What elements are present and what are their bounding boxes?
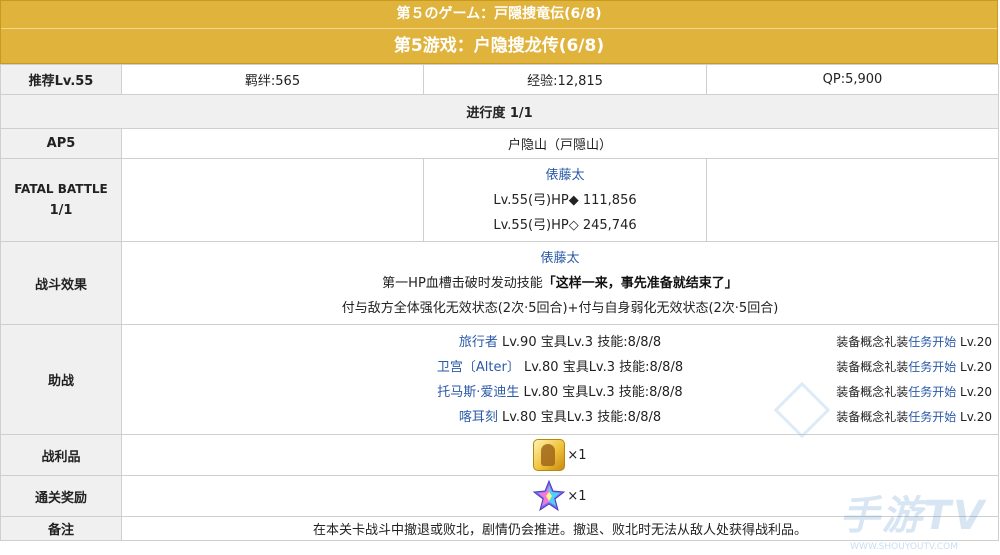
support-stats: Lv.80 宝具Lv.3 技能:8/8/8	[519, 359, 684, 375]
support-servant-link[interactable]: 托马斯·爱迪生	[437, 385, 519, 400]
watermark-url: WWW.SHOUYOUTV.COM	[850, 542, 958, 552]
reward-count: ×1	[567, 488, 587, 504]
support-entry: 托马斯·爱迪生 Lv.80 宝具Lv.3 技能:8/8/8 装备概念礼装任务开始…	[122, 380, 998, 405]
battle-effect-label: 战斗效果	[0, 241, 122, 325]
quest-title-cn: 第5游戏：户隐搜龙传(6/8)	[393, 36, 605, 56]
saint-quartz-icon[interactable]	[533, 479, 566, 512]
support-equip: 装备概念礼装任务开始 Lv.20	[836, 355, 992, 380]
effect-skill-name: 「这样一来，事先准备就结束了」	[542, 275, 738, 291]
effect-line-1: 第一HP血槽击破时发动技能「这样一来，事先准备就结束了」	[122, 271, 998, 296]
drops-cell: ×1	[121, 434, 999, 476]
effect-trigger-text: 第一HP血槽击破时发动技能	[382, 275, 543, 291]
effect-line-2: 付与敌方全体强化无效状态(2次·5回合)+付与自身弱化无效状态(2次·5回合)	[341, 300, 779, 316]
equip-ce-link[interactable]: 任务开始	[908, 385, 956, 399]
support-cell: 旅行者 Lv.90 宝具Lv.3 技能:8/8/8 装备概念礼装任务开始 Lv.…	[121, 324, 999, 435]
gold-statue-icon[interactable]	[533, 439, 566, 471]
support-equip: 装备概念礼装任务开始 Lv.20	[836, 380, 992, 405]
support-stats: Lv.80 宝具Lv.3 技能:8/8/8	[519, 384, 683, 400]
support-servant-link[interactable]: 旅行者	[459, 335, 498, 350]
equip-ce-link[interactable]: 任务开始	[908, 335, 956, 349]
enemy-cell: 俵藤太 Lv.55(弓)HP◆ 111,856 Lv.55(弓)HP◇ 245,…	[423, 158, 707, 242]
watermark-logo: 手游TV	[839, 493, 986, 539]
equip-level: Lv.20	[956, 359, 992, 374]
support-servant-link[interactable]: 卫宫〔Alter〕	[437, 360, 520, 375]
support-equip: 装备概念礼装任务开始 Lv.20	[836, 330, 992, 355]
support-servant-link[interactable]: 喀耳刻	[459, 410, 498, 425]
quest-title-jp: 第５のゲーム：戸隠捜竜伝(6/8)	[1, 1, 997, 29]
enemy-hp-2: Lv.55(弓)HP◇ 245,746	[493, 217, 637, 233]
quest-banner: 第５のゲーム：戸隠捜竜伝(6/8) 第5游戏：户隐搜龙传(6/8)	[0, 0, 998, 64]
battle-effect-cell: 俵藤太 第一HP血槽击破时发动技能「这样一来，事先准备就结束了」 付与敌方全体强…	[121, 241, 999, 325]
support-row: 助战 旅行者 Lv.90 宝具Lv.3 技能:8/8/8 装备概念礼装任务开始 …	[0, 324, 999, 435]
drops-label: 战利品	[0, 434, 122, 476]
battle-effect-row: 战斗效果 俵藤太 第一HP血槽击破时发动技能「这样一来，事先准备就结束了」 付与…	[0, 241, 999, 325]
ap-row: AP5 户隐山（戸隠山）	[0, 128, 999, 159]
support-stats: Lv.90 宝具Lv.3 技能:8/8/8	[497, 334, 662, 350]
qp-value: QP:5,900	[706, 64, 999, 95]
notes-label: 备注	[0, 516, 122, 541]
support-equip: 装备概念礼装任务开始 Lv.20	[836, 405, 992, 430]
reward-label: 通关奖励	[0, 475, 122, 517]
reward-item[interactable]: ×1	[533, 479, 587, 512]
support-entry: 喀耳刻 Lv.80 宝具Lv.3 技能:8/8/8 装备概念礼装任务开始 Lv.…	[122, 405, 998, 430]
support-label: 助战	[0, 324, 122, 435]
support-entry: 旅行者 Lv.90 宝具Lv.3 技能:8/8/8 装备概念礼装任务开始 Lv.…	[122, 330, 998, 355]
support-entry: 卫宫〔Alter〕 Lv.80 宝具Lv.3 技能:8/8/8 装备概念礼装任务…	[122, 355, 998, 380]
drops-row: 战利品 ×1	[0, 434, 999, 476]
support-stats: Lv.80 宝具Lv.3 技能:8/8/8	[497, 409, 662, 425]
location-name: 户隐山（戸隠山）	[121, 128, 999, 159]
fatal-battle-row: FATAL BATTLE 1/1 俵藤太 Lv.55(弓)HP◆ 111,856…	[0, 158, 999, 242]
quest-info-table: 推荐Lv.55 羁绊:565 经验:12,815 QP:5,900 进行度 1/…	[0, 64, 999, 541]
fatal-battle-title: FATAL BATTLE	[14, 182, 108, 196]
equip-prefix: 装备概念礼装	[836, 409, 909, 424]
recommend-level: 推荐Lv.55	[0, 64, 122, 95]
effect-enemy-link[interactable]: 俵藤太	[122, 246, 998, 271]
equip-level: Lv.20	[956, 334, 992, 349]
info-row: 推荐Lv.55 羁绊:565 经验:12,815 QP:5,900	[0, 64, 999, 95]
equip-ce-link[interactable]: 任务开始	[908, 410, 956, 424]
equip-prefix: 装备概念礼装	[836, 359, 909, 374]
bond-value: 羁绊:565	[121, 64, 424, 95]
ap-label: AP5	[0, 128, 122, 159]
equip-level: Lv.20	[956, 384, 992, 399]
drop-count: ×1	[567, 447, 587, 463]
empty-cell	[121, 158, 424, 242]
progress-label: 进行度 1/1	[0, 94, 999, 129]
quest-table: 第５のゲーム：戸隠捜竜伝(6/8) 第5游戏：户隐搜龙传(6/8) 推荐Lv.5…	[0, 0, 999, 541]
fatal-battle-count: 1/1	[49, 203, 73, 218]
enemy-hp-1: Lv.55(弓)HP◆ 111,856	[493, 192, 637, 208]
empty-cell	[706, 158, 999, 242]
equip-prefix: 装备概念礼装	[836, 384, 909, 399]
progress-row: 进行度 1/1	[0, 94, 999, 129]
fatal-battle-label: FATAL BATTLE 1/1	[0, 158, 122, 242]
equip-prefix: 装备概念礼装	[836, 334, 909, 349]
equip-ce-link[interactable]: 任务开始	[908, 360, 956, 374]
enemy-name-link[interactable]: 俵藤太	[424, 163, 706, 188]
drop-item[interactable]: ×1	[533, 439, 587, 471]
equip-level: Lv.20	[956, 409, 992, 424]
exp-value: 经验:12,815	[423, 64, 707, 95]
